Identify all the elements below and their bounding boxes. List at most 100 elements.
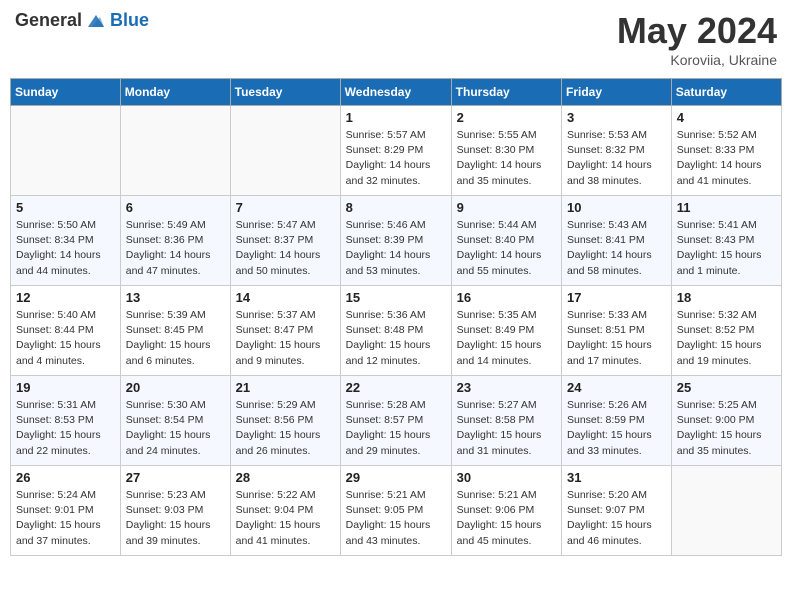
calendar-cell: 24Sunrise: 5:26 AMSunset: 8:59 PMDayligh…	[562, 376, 672, 466]
day-number: 26	[16, 470, 115, 485]
calendar-cell: 12 Sunrise: 5:40 AMSunset: 8:44 PMDayligh…	[11, 286, 121, 376]
day-number: 23	[457, 380, 556, 395]
day-number: 5	[16, 200, 115, 215]
week-row-4: 26 Sunrise: 5:24 AMSunset: 9:01 PMDayligh…	[11, 466, 782, 556]
day-number: 16	[457, 290, 556, 305]
calendar-table: SundayMondayTuesdayWednesdayThursdayFrid…	[10, 78, 782, 556]
day-info: Sunrise: 5:52 AMSunset: 8:33 PMDaylight:…	[677, 128, 776, 189]
day-info: Sunrise: 5:47 AMSunset: 8:37 PMDaylight:…	[236, 218, 335, 279]
day-number: 25	[677, 380, 776, 395]
calendar-cell: 4Sunrise: 5:52 AMSunset: 8:33 PMDaylight…	[671, 106, 781, 196]
weekday-friday: Friday	[562, 79, 672, 106]
calendar-cell: 9 Sunrise: 5:44 AMSunset: 8:40 PMDaylight…	[451, 196, 561, 286]
page-header: General Blue May 2024 Koroviia, Ukraine	[10, 10, 782, 68]
calendar-cell: 7 Sunrise: 5:47 AMSunset: 8:37 PMDaylight…	[230, 196, 340, 286]
weekday-header-row: SundayMondayTuesdayWednesdayThursdayFrid…	[11, 79, 782, 106]
calendar-cell: 16 Sunrise: 5:35 AMSunset: 8:49 PMDayligh…	[451, 286, 561, 376]
calendar-cell: 21Sunrise: 5:29 AMSunset: 8:56 PMDayligh…	[230, 376, 340, 466]
logo-blue: Blue	[110, 10, 149, 31]
week-row-1: 5 Sunrise: 5:50 AMSunset: 8:34 PMDaylight…	[11, 196, 782, 286]
week-row-2: 12 Sunrise: 5:40 AMSunset: 8:44 PMDayligh…	[11, 286, 782, 376]
day-number: 7	[236, 200, 335, 215]
day-number: 19	[16, 380, 115, 395]
calendar-cell: 18 Sunrise: 5:32 AMSunset: 8:52 PMDayligh…	[671, 286, 781, 376]
calendar-cell: 31 Sunrise: 5:20 AMSunset: 9:07 PMDayligh…	[562, 466, 672, 556]
logo-icon	[86, 11, 106, 31]
day-number: 31	[567, 470, 666, 485]
calendar-cell	[120, 106, 230, 196]
calendar-cell	[230, 106, 340, 196]
day-info: Sunrise: 5:53 AMSunset: 8:32 PMDaylight:…	[567, 128, 666, 189]
day-number: 28	[236, 470, 335, 485]
calendar-cell: 8 Sunrise: 5:46 AMSunset: 8:39 PMDaylight…	[340, 196, 451, 286]
day-info: Sunrise: 5:44 AMSunset: 8:40 PMDaylight:…	[457, 218, 556, 279]
day-info: Sunrise: 5:21 AMSunset: 9:06 PMDaylight:…	[457, 488, 556, 549]
weekday-sunday: Sunday	[11, 79, 121, 106]
day-number: 20	[126, 380, 225, 395]
calendar-cell: 14 Sunrise: 5:37 AMSunset: 8:47 PMDayligh…	[230, 286, 340, 376]
day-number: 2	[457, 110, 556, 125]
day-info: Sunrise: 5:40 AMSunset: 8:44 PMDaylight:…	[16, 308, 115, 369]
day-info: Sunrise: 5:25 AMSunset: 9:00 PMDaylight:…	[677, 398, 776, 459]
calendar-cell	[11, 106, 121, 196]
day-info: Sunrise: 5:26 AMSunset: 8:59 PMDaylight:…	[567, 398, 666, 459]
day-number: 14	[236, 290, 335, 305]
day-info: Sunrise: 5:41 AMSunset: 8:43 PMDaylight:…	[677, 218, 776, 279]
day-info: Sunrise: 5:27 AMSunset: 8:58 PMDaylight:…	[457, 398, 556, 459]
weekday-tuesday: Tuesday	[230, 79, 340, 106]
calendar-cell: 2Sunrise: 5:55 AMSunset: 8:30 PMDaylight…	[451, 106, 561, 196]
day-info: Sunrise: 5:24 AMSunset: 9:01 PMDaylight:…	[16, 488, 115, 549]
calendar-cell: 15Sunrise: 5:36 AMSunset: 8:48 PMDayligh…	[340, 286, 451, 376]
day-number: 12	[16, 290, 115, 305]
day-number: 9	[457, 200, 556, 215]
calendar-cell: 13Sunrise: 5:39 AMSunset: 8:45 PMDayligh…	[120, 286, 230, 376]
calendar-cell: 1Sunrise: 5:57 AMSunset: 8:29 PMDaylight…	[340, 106, 451, 196]
week-row-0: 1Sunrise: 5:57 AMSunset: 8:29 PMDaylight…	[11, 106, 782, 196]
weekday-thursday: Thursday	[451, 79, 561, 106]
logo: General Blue	[15, 10, 149, 31]
calendar-cell: 11 Sunrise: 5:41 AMSunset: 8:43 PMDayligh…	[671, 196, 781, 286]
logo-general: General	[15, 10, 82, 31]
day-number: 17	[567, 290, 666, 305]
day-number: 11	[677, 200, 776, 215]
weekday-monday: Monday	[120, 79, 230, 106]
calendar-cell: 28 Sunrise: 5:22 AMSunset: 9:04 PMDayligh…	[230, 466, 340, 556]
calendar-title: May 2024	[617, 10, 777, 52]
calendar-cell: 26 Sunrise: 5:24 AMSunset: 9:01 PMDayligh…	[11, 466, 121, 556]
calendar-location: Koroviia, Ukraine	[617, 52, 777, 68]
day-info: Sunrise: 5:46 AMSunset: 8:39 PMDaylight:…	[346, 218, 446, 279]
calendar-cell: 19Sunrise: 5:31 AMSunset: 8:53 PMDayligh…	[11, 376, 121, 466]
day-info: Sunrise: 5:28 AMSunset: 8:57 PMDaylight:…	[346, 398, 446, 459]
calendar-cell: 20Sunrise: 5:30 AMSunset: 8:54 PMDayligh…	[120, 376, 230, 466]
day-info: Sunrise: 5:39 AMSunset: 8:45 PMDaylight:…	[126, 308, 225, 369]
calendar-cell: 17 Sunrise: 5:33 AMSunset: 8:51 PMDayligh…	[562, 286, 672, 376]
title-block: May 2024 Koroviia, Ukraine	[617, 10, 777, 68]
day-number: 1	[346, 110, 446, 125]
day-number: 29	[346, 470, 446, 485]
day-info: Sunrise: 5:50 AMSunset: 8:34 PMDaylight:…	[16, 218, 115, 279]
day-info: Sunrise: 5:35 AMSunset: 8:49 PMDaylight:…	[457, 308, 556, 369]
calendar-cell: 27Sunrise: 5:23 AMSunset: 9:03 PMDayligh…	[120, 466, 230, 556]
day-info: Sunrise: 5:37 AMSunset: 8:47 PMDaylight:…	[236, 308, 335, 369]
calendar-cell: 25 Sunrise: 5:25 AMSunset: 9:00 PMDayligh…	[671, 376, 781, 466]
weekday-wednesday: Wednesday	[340, 79, 451, 106]
day-info: Sunrise: 5:43 AMSunset: 8:41 PMDaylight:…	[567, 218, 666, 279]
day-info: Sunrise: 5:22 AMSunset: 9:04 PMDaylight:…	[236, 488, 335, 549]
calendar-cell: 3Sunrise: 5:53 AMSunset: 8:32 PMDaylight…	[562, 106, 672, 196]
day-number: 6	[126, 200, 225, 215]
calendar-cell: 5 Sunrise: 5:50 AMSunset: 8:34 PMDaylight…	[11, 196, 121, 286]
calendar-cell	[671, 466, 781, 556]
day-info: Sunrise: 5:33 AMSunset: 8:51 PMDaylight:…	[567, 308, 666, 369]
day-number: 22	[346, 380, 446, 395]
day-info: Sunrise: 5:20 AMSunset: 9:07 PMDaylight:…	[567, 488, 666, 549]
day-number: 10	[567, 200, 666, 215]
week-row-3: 19Sunrise: 5:31 AMSunset: 8:53 PMDayligh…	[11, 376, 782, 466]
calendar-cell: 29Sunrise: 5:21 AMSunset: 9:05 PMDayligh…	[340, 466, 451, 556]
day-info: Sunrise: 5:23 AMSunset: 9:03 PMDaylight:…	[126, 488, 225, 549]
weekday-saturday: Saturday	[671, 79, 781, 106]
calendar-cell: 6Sunrise: 5:49 AMSunset: 8:36 PMDaylight…	[120, 196, 230, 286]
day-number: 8	[346, 200, 446, 215]
day-number: 21	[236, 380, 335, 395]
day-info: Sunrise: 5:32 AMSunset: 8:52 PMDaylight:…	[677, 308, 776, 369]
day-number: 18	[677, 290, 776, 305]
